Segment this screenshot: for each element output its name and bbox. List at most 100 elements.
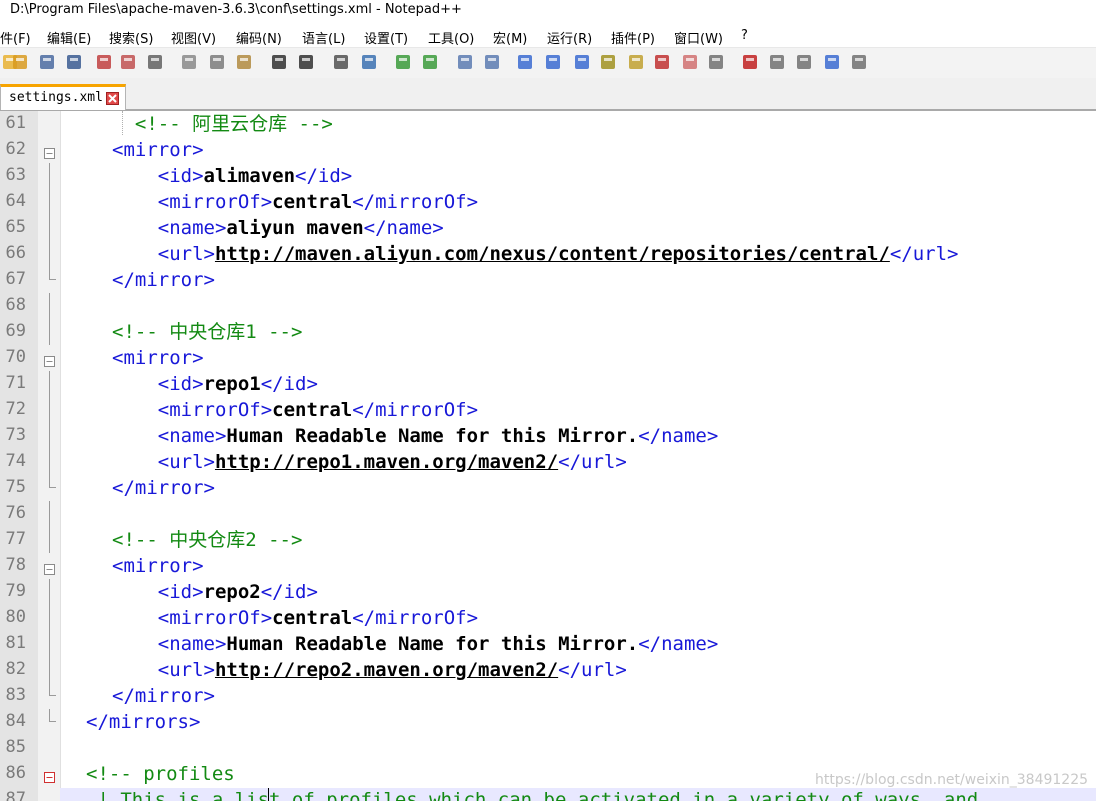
menu-item-5[interactable]: 语言(L)	[302, 28, 345, 47]
menu-item-10[interactable]: 插件(P)	[611, 28, 655, 47]
show-all-chars-icon[interactable]	[543, 52, 563, 72]
line-number: 75	[5, 477, 26, 497]
line-number: 81	[5, 633, 26, 653]
menu-item-9[interactable]: 运行(R)	[547, 28, 592, 47]
code-text[interactable]: <id>alimaven</id>	[112, 163, 352, 189]
code-text[interactable]: <mirrorOf>central</mirrorOf>	[112, 605, 478, 631]
code-text[interactable]: <mirror>	[112, 345, 204, 371]
code-text[interactable]: <!-- 中央仓库1 -->	[112, 319, 302, 345]
sync-horizontal-icon[interactable]	[482, 52, 502, 72]
copy-icon[interactable]	[207, 52, 227, 72]
code-token: <mirror>	[112, 555, 204, 577]
line-number: 78	[5, 555, 26, 575]
code-text[interactable]: <name>aliyun maven</name>	[112, 215, 444, 241]
code-text[interactable]: </mirror>	[112, 475, 215, 501]
find-icon[interactable]	[331, 52, 351, 72]
menu-item-7[interactable]: 工具(O)	[428, 28, 474, 47]
line-number: 62	[5, 139, 26, 159]
fold-line	[49, 631, 50, 657]
paste-icon[interactable]	[234, 52, 254, 72]
fold-line	[49, 657, 50, 683]
replace-icon[interactable]	[359, 52, 379, 72]
code-text[interactable]: </mirror>	[112, 683, 215, 709]
cut-icon[interactable]	[179, 52, 199, 72]
code-text[interactable]: <mirrorOf>central</mirrorOf>	[112, 189, 478, 215]
code-token: central	[272, 607, 353, 629]
code-text[interactable]: <!-- 中央仓库2 -->	[112, 527, 302, 553]
code-text[interactable]: <!-- 阿里云仓库 -->	[112, 111, 333, 137]
menu-item-11[interactable]: 窗口(W)	[674, 28, 723, 47]
save-all-icon[interactable]	[64, 52, 84, 72]
save-macro-icon[interactable]	[849, 52, 869, 72]
play-macro-icon[interactable]	[794, 52, 814, 72]
close-tab-icon[interactable]	[106, 90, 119, 105]
fold-toggle-icon[interactable]	[44, 352, 55, 367]
editor-area[interactable]: 61 <!-- 阿里云仓库 --> 62 <mirror> 63 <id>alimav…	[0, 111, 1096, 801]
fold-toggle-icon[interactable]	[44, 768, 55, 783]
zoom-in-icon[interactable]	[393, 52, 413, 72]
open-file-icon[interactable]	[10, 52, 30, 72]
close-all-icon[interactable]	[118, 52, 138, 72]
function-list-icon[interactable]	[652, 52, 672, 72]
code-text[interactable]: <url>http://maven.aliyun.com/nexus/conte…	[112, 241, 959, 267]
code-text[interactable]: <name>Human Readable Name for this Mirro…	[112, 423, 719, 449]
menu-item-0[interactable]: 件(F)	[0, 28, 31, 47]
tab-settings-xml[interactable]: settings.xml	[0, 84, 126, 110]
menu-item-4[interactable]: 编码(N)	[236, 28, 282, 47]
code-line: 83 </mirror>	[0, 683, 1096, 709]
zoom-out-icon[interactable]	[420, 52, 440, 72]
indent-guide-icon[interactable]	[572, 52, 592, 72]
code-token: <name>	[112, 425, 227, 447]
menu-item-2[interactable]: 搜索(S)	[109, 28, 153, 47]
close-icon[interactable]	[94, 52, 114, 72]
tab-label: settings.xml	[9, 90, 103, 105]
code-text[interactable]: <mirrorOf>central</mirrorOf>	[112, 397, 478, 423]
code-token: Human Readable Name for this Mirror.	[226, 425, 639, 447]
undo-icon[interactable]	[269, 52, 289, 72]
fold-toggle-icon[interactable]	[44, 560, 55, 575]
print-icon[interactable]	[145, 52, 165, 72]
menu-item-3[interactable]: 视图(V)	[171, 28, 216, 47]
word-wrap-icon[interactable]	[515, 52, 535, 72]
redo-icon[interactable]	[296, 52, 316, 72]
save-icon[interactable]	[37, 52, 57, 72]
window-title: D:\Program Files\apache-maven-3.6.3\conf…	[10, 2, 462, 17]
run-macro-multiple-icon[interactable]	[822, 52, 842, 72]
line-number: 66	[5, 243, 26, 263]
record-macro-icon[interactable]	[740, 52, 760, 72]
menu-item-1[interactable]: 编辑(E)	[47, 28, 91, 47]
code-text[interactable]: </mirror>	[112, 267, 215, 293]
code-line: 87 | This is a list of profiles which ca…	[0, 787, 1096, 801]
code-text[interactable]: <mirror>	[112, 553, 204, 579]
fold-toggle-icon[interactable]	[44, 144, 55, 159]
doc-map-icon[interactable]	[626, 52, 646, 72]
code-text[interactable]: <id>repo2</id>	[112, 579, 318, 605]
code-token: <!-- 阿里云仓库 -->	[112, 113, 333, 135]
code-token: <!-- profiles	[86, 763, 235, 785]
line-number: 73	[5, 425, 26, 445]
code-text[interactable]: <name>Human Readable Name for this Mirro…	[112, 631, 719, 657]
code-line: 79 <id>repo2</id>	[0, 579, 1096, 605]
code-text[interactable]: <id>repo1</id>	[112, 371, 318, 397]
code-text[interactable]: <!-- profiles	[86, 761, 235, 787]
code-text[interactable]: | This is a list of profiles which can b…	[86, 787, 978, 801]
udl-icon[interactable]	[598, 52, 618, 72]
code-line: 62 <mirror>	[0, 137, 1096, 163]
line-number: 87	[5, 789, 26, 801]
line-number: 72	[5, 399, 26, 419]
menu-item-6[interactable]: 设置(T)	[364, 28, 408, 47]
code-text[interactable]: </mirrors>	[86, 709, 200, 735]
stop-macro-icon[interactable]	[767, 52, 787, 72]
menu-item-12[interactable]: ?	[741, 28, 748, 43]
code-text[interactable]: <url>http://repo2.maven.org/maven2/</url…	[112, 657, 627, 683]
menu-item-8[interactable]: 宏(M)	[493, 28, 527, 47]
code-token: </name>	[638, 633, 719, 655]
line-number: 74	[5, 451, 26, 471]
code-text[interactable]: <mirror>	[112, 137, 204, 163]
code-line: 72 <mirrorOf>central</mirrorOf>	[0, 397, 1096, 423]
folder-workspace-icon[interactable]	[680, 52, 700, 72]
sync-vertical-icon[interactable]	[455, 52, 475, 72]
code-token: </id>	[260, 373, 318, 395]
code-text[interactable]: <url>http://repo1.maven.org/maven2/</url…	[112, 449, 627, 475]
monitor-icon[interactable]	[706, 52, 726, 72]
